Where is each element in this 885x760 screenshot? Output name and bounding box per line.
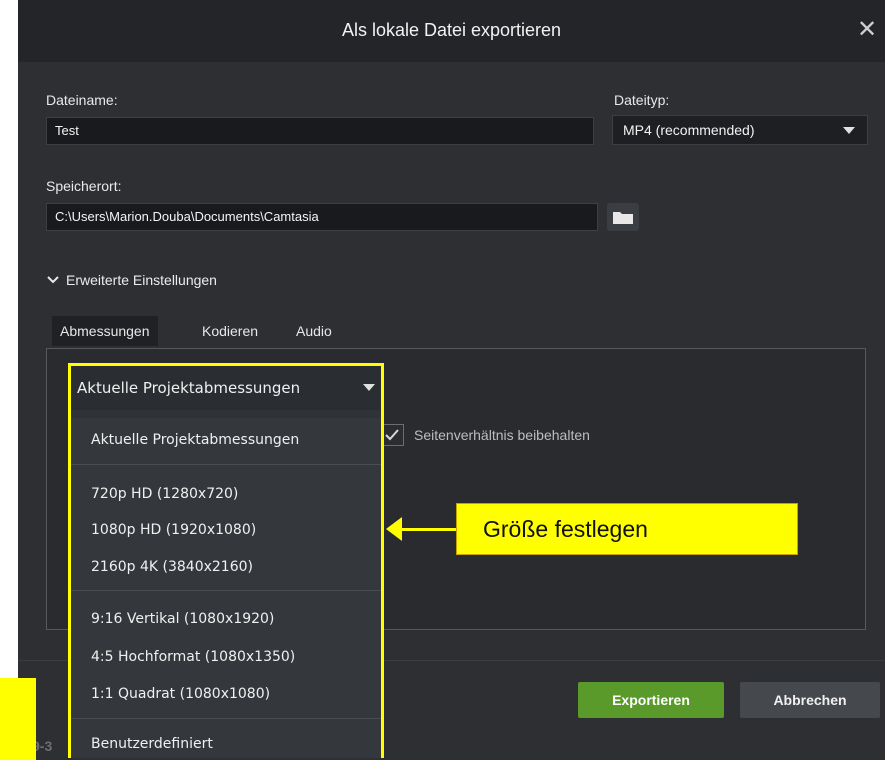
dropdown-option[interactable]: 1:1 Quadrat (1080x1080) xyxy=(71,686,381,702)
dropdown-separator xyxy=(71,464,381,465)
callout-arrow-line xyxy=(394,528,456,531)
dimensions-select[interactable]: Aktuelle Projektabmessungen xyxy=(71,366,381,410)
advanced-settings-toggle[interactable]: Erweiterte Einstellungen xyxy=(66,272,217,288)
dimensions-options-list: Aktuelle Projektabmessungen 720p HD (128… xyxy=(71,418,381,758)
location-label: Speicherort: xyxy=(46,178,122,194)
browse-folder-button[interactable] xyxy=(607,203,639,231)
filename-input[interactable]: Test xyxy=(46,117,594,145)
dialog-titlebar: Als lokale Datei exportieren ✕ xyxy=(18,0,885,62)
check-icon xyxy=(385,429,399,441)
dropdown-option[interactable]: 9:16 Vertikal (1080x1920) xyxy=(71,611,381,627)
dropdown-separator xyxy=(71,718,381,719)
chevron-down-icon[interactable] xyxy=(46,273,60,287)
filetype-value: MP4 (recommended) xyxy=(623,122,755,138)
tab-audio[interactable]: Audio xyxy=(296,316,332,346)
dropdown-option[interactable]: Aktuelle Projektabmessungen xyxy=(71,432,381,448)
cancel-button[interactable]: Abbrechen xyxy=(740,682,880,718)
chevron-down-icon xyxy=(363,384,375,391)
dropdown-option[interactable]: 720p HD (1280x720) xyxy=(71,486,381,502)
filetype-select[interactable]: MP4 (recommended) xyxy=(612,115,868,145)
filename-label: Dateiname: xyxy=(46,92,118,108)
dialog-title: Als lokale Datei exportieren xyxy=(341,20,562,40)
dropdown-option[interactable]: 1080p HD (1920x1080) xyxy=(71,522,381,538)
keep-ratio-label: Seitenverhältnis beibehalten xyxy=(414,427,590,443)
yellow-highlight-box xyxy=(0,678,36,760)
close-icon[interactable]: ✕ xyxy=(855,16,879,44)
chevron-down-icon xyxy=(843,127,855,134)
left-margin xyxy=(0,0,18,760)
filetype-label: Dateityp: xyxy=(614,92,670,108)
dimensions-selected-value: Aktuelle Projektabmessungen xyxy=(77,379,301,397)
tab-encoding[interactable]: Kodieren xyxy=(202,316,258,346)
dropdown-separator xyxy=(71,590,381,591)
location-input[interactable]: C:\Users\Marion.Douba\Documents\Camtasia xyxy=(46,203,598,231)
folder-icon xyxy=(613,212,633,224)
tab-dimensions[interactable]: Abmessungen xyxy=(52,316,158,346)
dimensions-dropdown[interactable]: Aktuelle Projektabmessungen Aktuelle Pro… xyxy=(68,363,384,758)
dropdown-option[interactable]: Benutzerdefiniert xyxy=(71,736,381,752)
dropdown-option[interactable]: 4:5 Hochformat (1080x1350) xyxy=(71,649,381,665)
dropdown-option[interactable]: 2160p 4K (3840x2160) xyxy=(71,559,381,575)
callout-label: Größe festlegen xyxy=(456,503,798,555)
export-button[interactable]: Exportieren xyxy=(578,682,724,718)
